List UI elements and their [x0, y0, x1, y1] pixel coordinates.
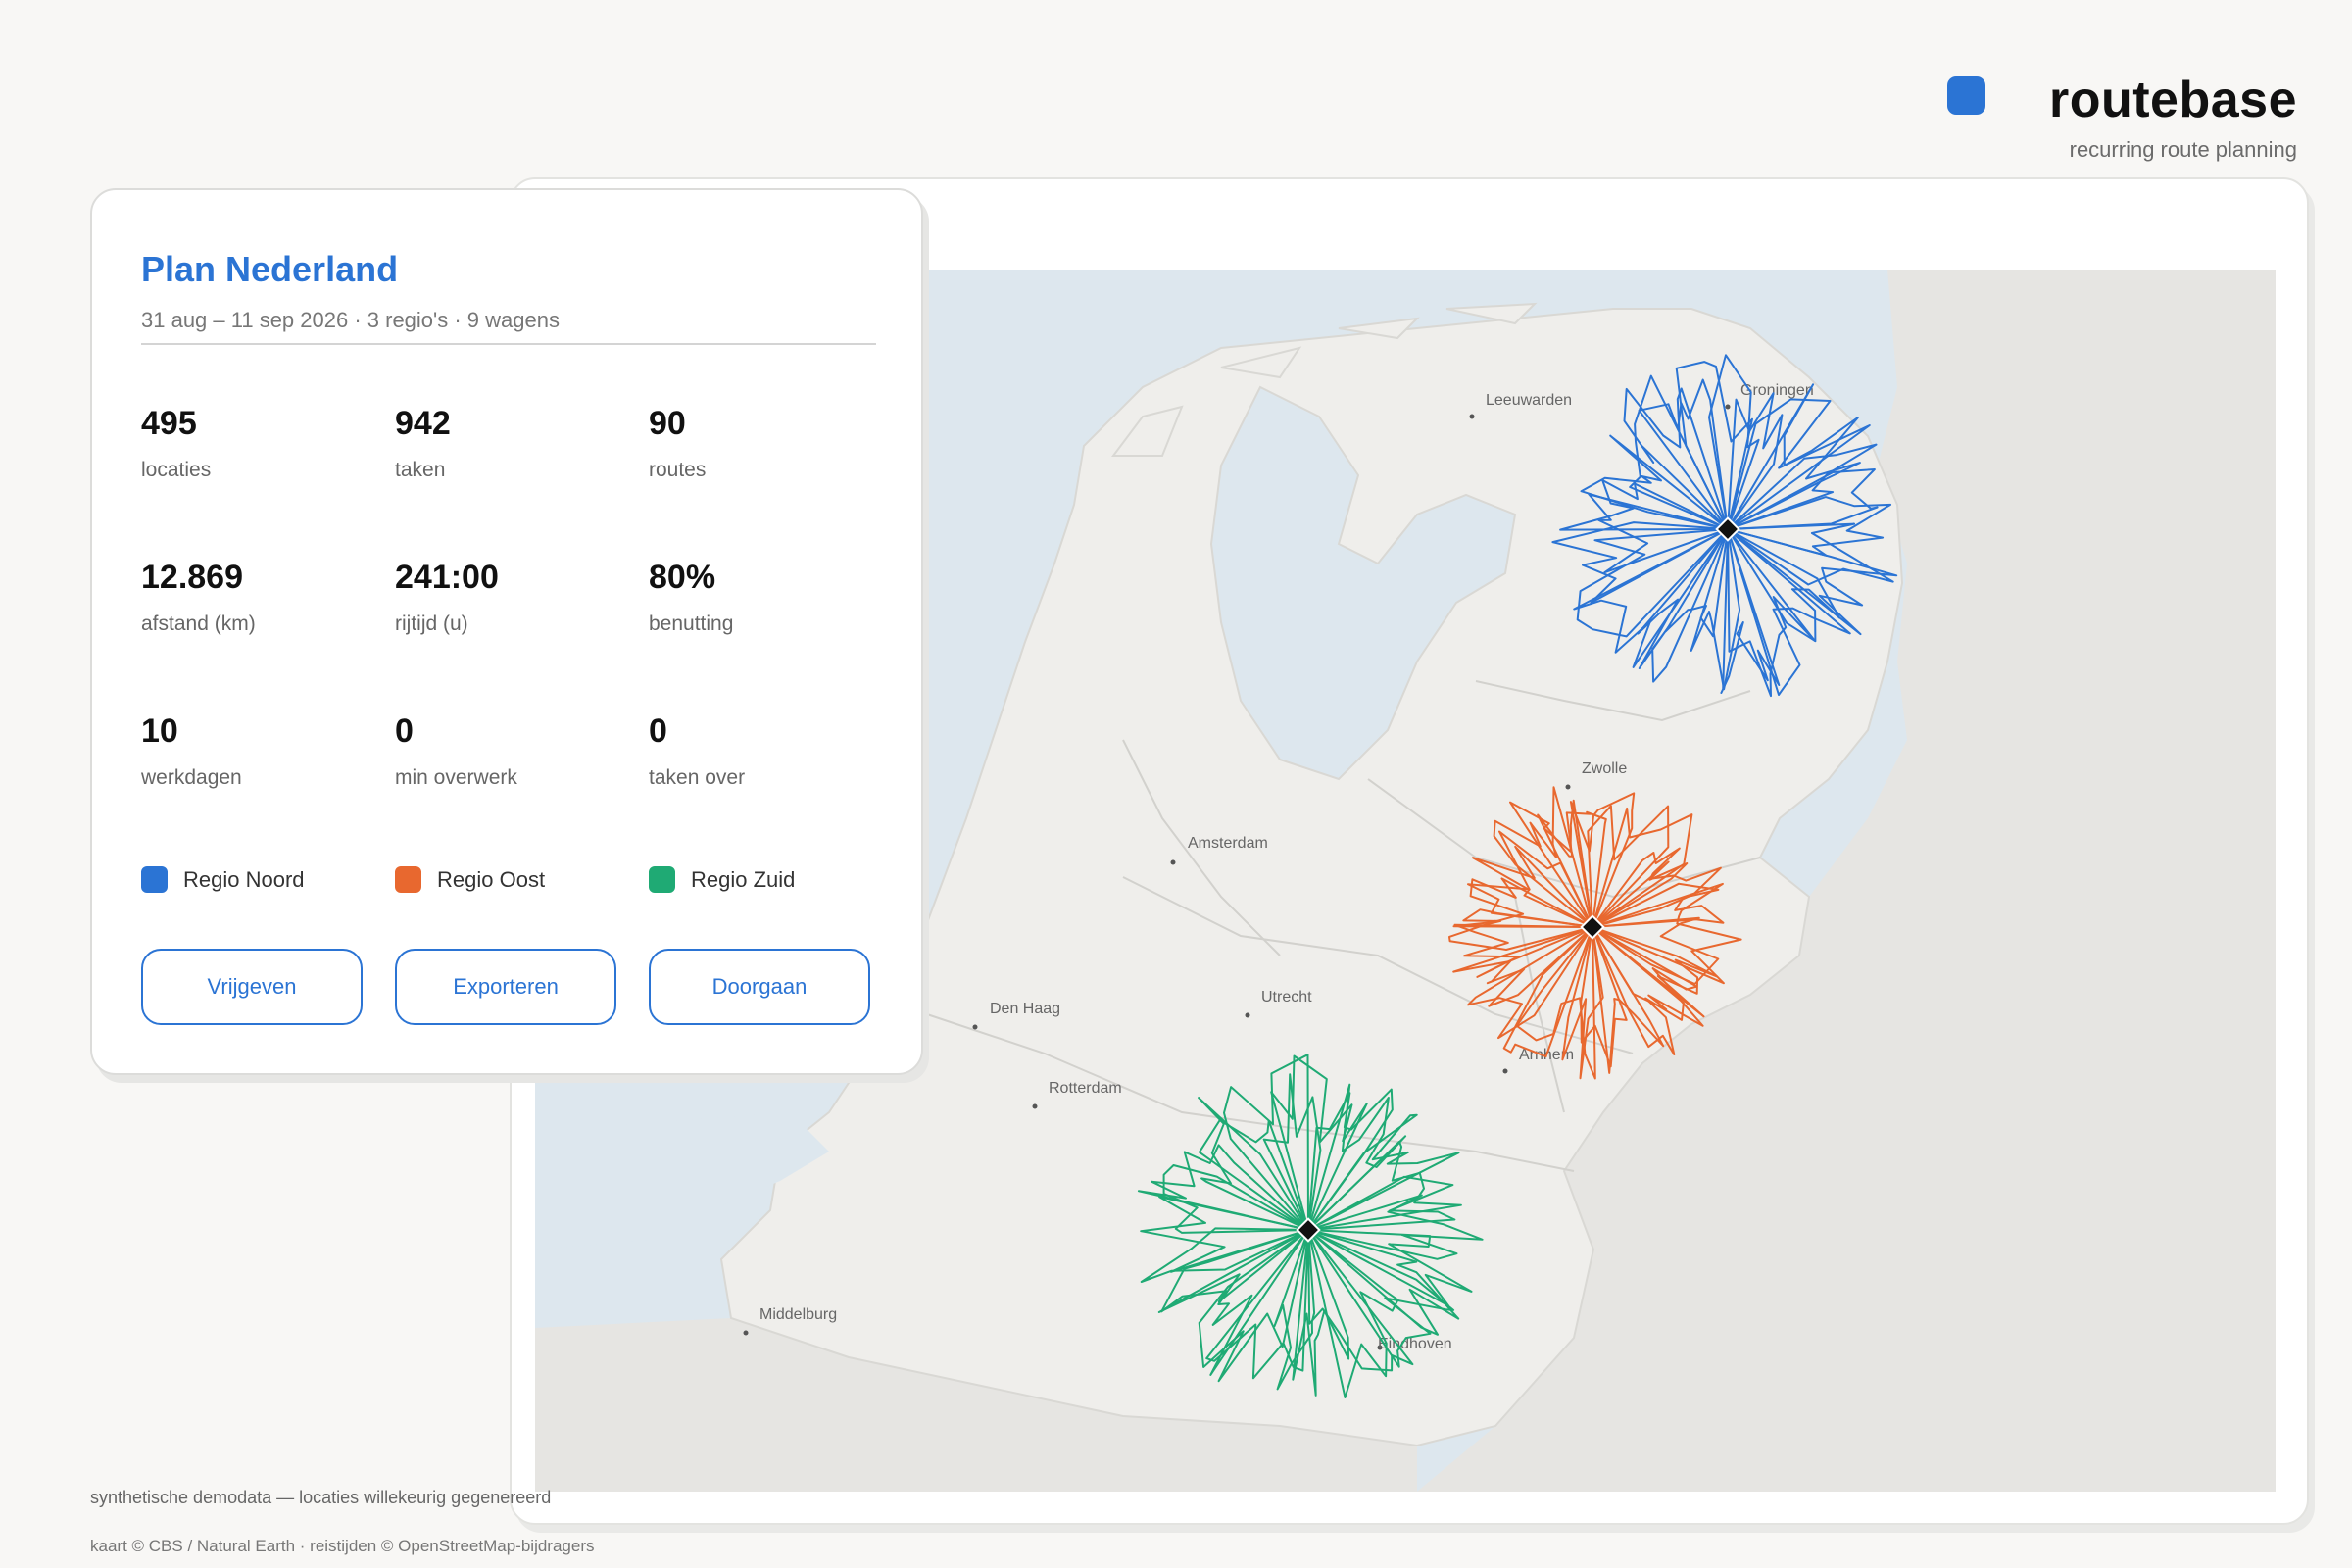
stat-locations: 495 locaties	[141, 404, 386, 482]
stat-label: taken	[395, 459, 446, 481]
stat-value: 0	[649, 712, 667, 750]
stat-label: rijtijd (u)	[395, 612, 468, 635]
plan-subtitle: 31 aug – 11 sep 2026 · 3 regio's · 9 wag…	[141, 308, 560, 332]
city-den-haag: Den Haag	[990, 1001, 1060, 1017]
legend-swatch	[395, 866, 421, 893]
divider	[141, 343, 876, 345]
legend-item-zuid: Regio Zuid	[649, 866, 795, 893]
export-button[interactable]: Exporteren	[395, 949, 616, 1025]
stat-value: 495	[141, 405, 197, 442]
continue-button[interactable]: Doorgaan	[649, 949, 870, 1025]
stat-label: min overwerk	[395, 766, 517, 789]
legend-swatch	[141, 866, 168, 893]
city-leeuwarden: Leeuwarden	[1486, 392, 1572, 409]
plan-panel: Plan Nederland 31 aug – 11 sep 2026 · 3 …	[90, 188, 923, 1075]
stat-label: afstand (km)	[141, 612, 256, 635]
stat-label: routes	[649, 459, 707, 481]
stat-value: 942	[395, 405, 451, 442]
legend-label: Regio Zuid	[691, 866, 796, 892]
stat-value: 0	[395, 712, 414, 750]
legend-item-noord: Regio Noord	[141, 866, 305, 893]
legend-label: Regio Noord	[183, 866, 305, 892]
stat-value: 10	[141, 712, 178, 750]
stat-routes: 90 routes	[649, 404, 894, 482]
map-credits: kaart © CBS / Natural Earth · reistijden…	[90, 1537, 595, 1555]
stat-value: 90	[649, 405, 686, 442]
stat-overtime: 0 min overwerk	[395, 711, 640, 790]
stat-tasks: 942 taken	[395, 404, 640, 482]
stat-value: 241:00	[395, 559, 499, 596]
plan-title: Plan Nederland	[141, 249, 399, 289]
brand-name: routebase	[2048, 72, 2297, 128]
brand-logo	[1947, 76, 1985, 115]
city-utrecht: Utrecht	[1261, 989, 1312, 1005]
stat-workdays: 10 werkdagen	[141, 711, 386, 790]
legend-swatch	[649, 866, 675, 893]
stat-drive-time: 241:00 rijtijd (u)	[395, 558, 640, 636]
city-zwolle: Zwolle	[1582, 760, 1627, 777]
stat-distance: 12.869 afstand (km)	[141, 558, 386, 636]
brand-tagline: recurring route planning	[2069, 137, 2297, 162]
stat-label: werkdagen	[141, 766, 242, 789]
city-rotterdam: Rotterdam	[1049, 1080, 1122, 1097]
release-button[interactable]: Vrijgeven	[141, 949, 363, 1025]
demo-data-note: synthetische demodata — locaties willeke…	[90, 1488, 552, 1507]
city-middelburg: Middelburg	[760, 1306, 837, 1323]
stat-tasks-left: 0 taken over	[649, 711, 894, 790]
stat-value: 12.869	[141, 559, 243, 596]
stat-label: locaties	[141, 459, 212, 481]
city-amsterdam: Amsterdam	[1188, 835, 1268, 852]
stat-label: benutting	[649, 612, 734, 635]
stat-value: 80%	[649, 559, 716, 596]
stat-utilization: 80% benutting	[649, 558, 894, 636]
legend-item-oost: Regio Oost	[395, 866, 545, 893]
stat-label: taken over	[649, 766, 746, 789]
legend-label: Regio Oost	[437, 866, 546, 892]
